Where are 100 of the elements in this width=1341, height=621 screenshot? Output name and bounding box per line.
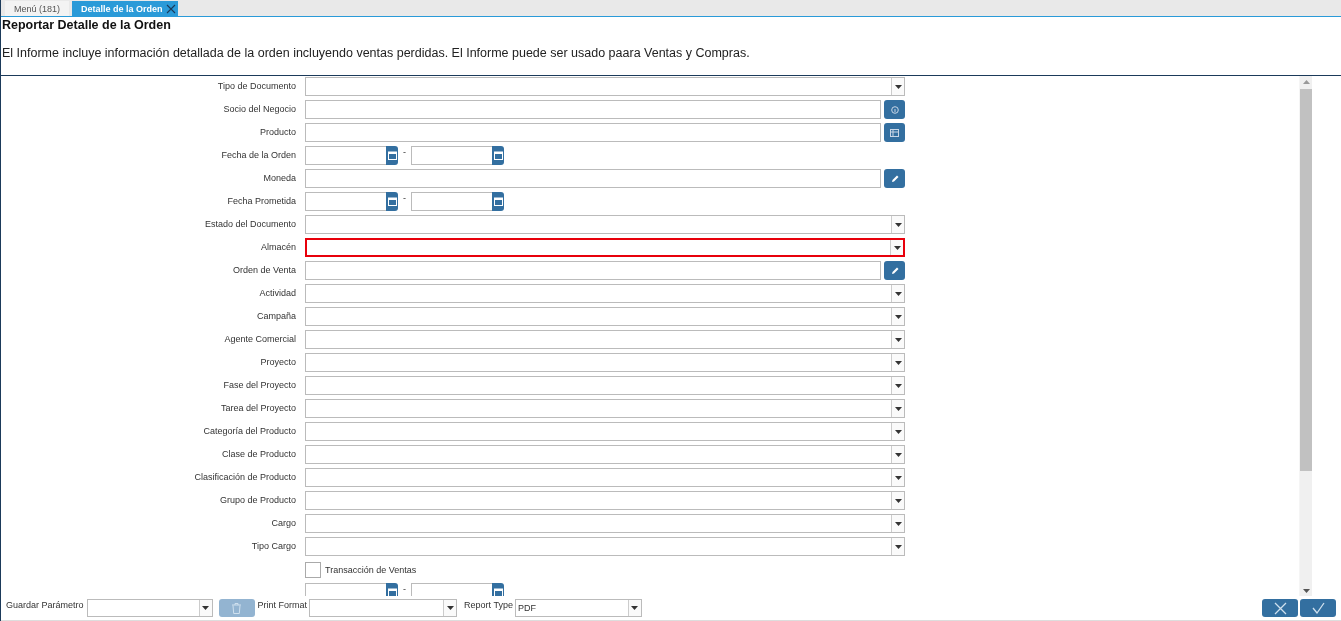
close-icon[interactable] <box>165 3 176 14</box>
field-label: Clase de Producto <box>220 448 296 461</box>
caret-icon <box>202 606 210 610</box>
pencil-icon <box>890 266 899 275</box>
field-label: Categoría del Producto <box>202 425 296 438</box>
field-label: Almacén <box>260 241 296 254</box>
field-label: Tipo de Documento <box>216 80 296 93</box>
caret-icon <box>894 475 902 480</box>
scrollbar[interactable] <box>1299 76 1312 596</box>
caret-icon <box>894 383 902 388</box>
dropdown-field[interactable] <box>309 599 458 617</box>
ok-button[interactable] <box>1300 599 1336 617</box>
cancel-button[interactable] <box>1262 599 1298 617</box>
dropdown-field[interactable] <box>305 399 905 418</box>
field-label: Proyecto <box>259 356 296 369</box>
caret-icon <box>894 222 902 227</box>
close-icon <box>1273 601 1287 615</box>
dropdown-field[interactable] <box>305 445 905 464</box>
caret-icon <box>631 606 639 610</box>
dropdown-field[interactable] <box>305 514 905 533</box>
input-field[interactable] <box>305 261 882 280</box>
field-label: Fecha de la Orden <box>220 149 296 162</box>
dropdown-field[interactable] <box>305 422 905 441</box>
checkbox[interactable] <box>305 561 321 578</box>
caret-icon <box>894 314 902 319</box>
checkmark-icon <box>1311 602 1325 614</box>
field-label: Actividad <box>258 287 296 300</box>
dropdown-field[interactable] <box>86 599 213 617</box>
tab[interactable]: Menú (181) <box>5 1 70 16</box>
input-field[interactable] <box>305 123 882 142</box>
field-label: Orden de Venta <box>231 264 296 277</box>
caret-icon <box>894 521 902 526</box>
date-field[interactable] <box>411 192 492 211</box>
lookup-button[interactable] <box>884 100 905 119</box>
caret-icon <box>894 84 902 89</box>
report-title: Reportar Detalle de la Orden <box>2 17 172 32</box>
date-field[interactable] <box>305 146 386 165</box>
field-label: Clasificación de Producto <box>193 471 296 484</box>
calendar-button[interactable] <box>492 192 504 211</box>
lookup-button[interactable] <box>884 169 905 188</box>
dropdown-field[interactable] <box>305 376 905 395</box>
field-label: Fase del Proyecto <box>222 379 296 392</box>
dropdown-field[interactable] <box>305 330 905 349</box>
field-label: Cargo <box>270 517 296 530</box>
caret-icon <box>894 291 902 296</box>
pencil-icon <box>890 174 899 183</box>
caret-icon <box>894 544 902 549</box>
calendar-button[interactable] <box>492 146 504 165</box>
info-icon <box>890 105 899 114</box>
input-field[interactable] <box>305 169 882 188</box>
calendar-button[interactable] <box>386 192 398 211</box>
dropdown-field[interactable] <box>305 215 905 234</box>
report-description: El Informe incluye información detallada de la orden incluyendo ventas perdidas. El Informe puede ser usado paara Ventas y Compras. <box>2 46 751 61</box>
calendar-icon <box>387 151 397 160</box>
date-field[interactable] <box>305 192 386 211</box>
dropdown-field[interactable] <box>305 491 905 510</box>
caret-icon <box>894 406 902 411</box>
scroll-down-icon[interactable] <box>1302 588 1310 593</box>
save-parameter-label: Guardar Parámetro <box>6 600 84 610</box>
dropdown-field[interactable] <box>305 353 905 372</box>
caret-icon <box>894 498 902 503</box>
lookup-button[interactable] <box>884 123 905 142</box>
checkbox-label: Transacción de Ventas <box>325 564 417 575</box>
field-label: Agente Comercial <box>223 333 296 346</box>
dropdown-field[interactable] <box>305 284 905 303</box>
lookup-button[interactable] <box>884 261 905 280</box>
field-label: Tipo Cargo <box>250 540 296 553</box>
calendar-icon <box>493 151 503 160</box>
trash-icon <box>232 602 242 614</box>
range-separator: - <box>402 583 407 595</box>
field-label: Producto <box>258 126 296 139</box>
range-separator: - <box>402 192 407 204</box>
field-label: Socio del Negocio <box>222 103 296 116</box>
caret-icon <box>894 360 902 365</box>
caret-icon <box>894 452 902 457</box>
dropdown-field[interactable] <box>305 537 905 556</box>
dropdown-field[interactable]: PDF <box>514 599 642 617</box>
field-label: Campaña <box>255 310 296 323</box>
caret-icon <box>894 429 902 434</box>
calendar-icon <box>493 197 503 206</box>
print-format-label: Print Format <box>257 600 308 610</box>
calendar-button[interactable] <box>386 146 398 165</box>
field-label: Moneda <box>262 172 296 185</box>
field-label: Estado del Documento <box>203 218 296 231</box>
caret-icon <box>894 337 902 342</box>
field-label: Fecha Prometida <box>226 195 296 208</box>
dropdown-field[interactable] <box>305 307 905 326</box>
input-field[interactable] <box>305 100 882 119</box>
grid-icon <box>890 128 900 137</box>
date-field[interactable] <box>411 146 492 165</box>
dropdown-field[interactable] <box>305 77 905 96</box>
range-separator: - <box>402 146 407 158</box>
dropdown-field[interactable] <box>305 238 905 257</box>
report-type-label: Report Type <box>464 600 513 610</box>
field-label: Tarea del Proyecto <box>219 402 296 415</box>
caret-icon <box>893 245 901 250</box>
caret-icon <box>446 606 454 610</box>
calendar-icon <box>387 197 397 206</box>
scroll-up-icon[interactable] <box>1302 79 1310 84</box>
dropdown-field[interactable] <box>305 468 905 487</box>
